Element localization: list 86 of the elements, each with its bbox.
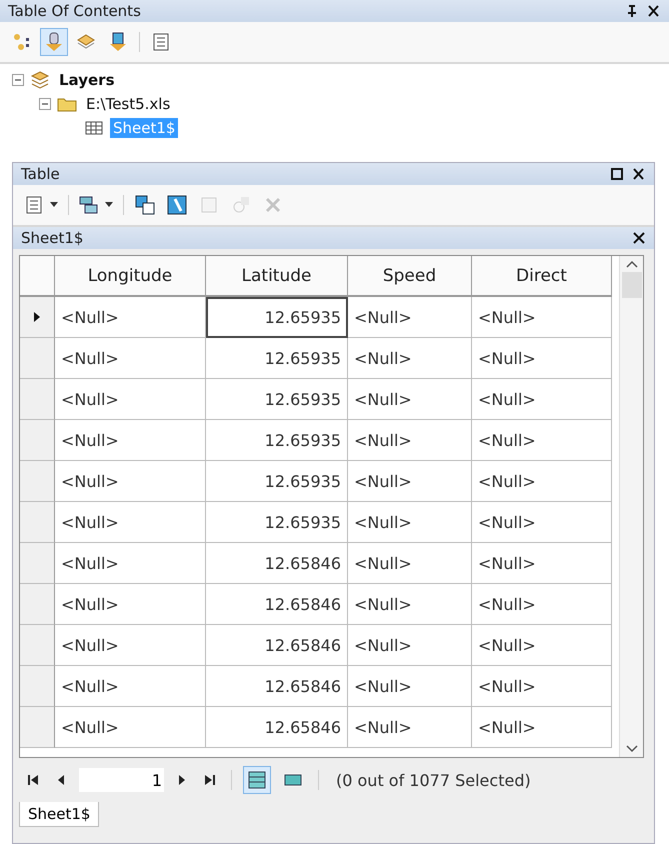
selection-status: (0 out of 1077 Selected)	[336, 770, 531, 790]
table-cell: <Null>	[348, 543, 472, 584]
related-tables-icon	[79, 195, 99, 215]
row-header[interactable]	[20, 297, 55, 338]
scroll-thumb[interactable]	[622, 272, 642, 298]
table-cell: <Null>	[472, 584, 612, 625]
table-cell: <Null>	[348, 379, 472, 420]
tree-item[interactable]: E:\Test5.xls	[83, 94, 174, 114]
database-icon	[44, 32, 64, 52]
scroll-up-icon[interactable]	[626, 260, 638, 268]
table-cell: <Null>	[55, 707, 206, 748]
switch-selection-icon	[167, 195, 187, 215]
table-cell: <Null>	[472, 420, 612, 461]
view-button[interactable]	[243, 766, 271, 794]
vertical-scrollbar[interactable]	[619, 256, 643, 757]
collapse-icon	[39, 98, 51, 110]
column-header[interactable]: Longitude	[55, 256, 206, 297]
list-icon	[24, 195, 44, 215]
sheet-tab[interactable]: Sheet1$	[19, 802, 100, 827]
toolbar-button[interactable]	[40, 28, 68, 56]
delete-icon	[263, 195, 283, 215]
caret-icon	[50, 202, 58, 208]
table-cell: <Null>	[472, 625, 612, 666]
table-cell: 12.65935	[206, 379, 348, 420]
table-cell: 12.65846	[206, 707, 348, 748]
table-cell: <Null>	[472, 707, 612, 748]
selection-icon	[108, 32, 128, 52]
table-cell: <Null>	[348, 666, 472, 707]
close-icon	[632, 231, 646, 245]
table-cell: 12.65935	[206, 461, 348, 502]
select-by-icon	[135, 195, 155, 215]
table-cell: 12.65846	[206, 543, 348, 584]
table-cell: <Null>	[348, 584, 472, 625]
table-cell: 12.65935	[206, 502, 348, 543]
column-header[interactable]: Speed	[348, 256, 472, 297]
table-cell: <Null>	[348, 420, 472, 461]
table-cell: <Null>	[472, 502, 612, 543]
table-cell: 12.65846	[206, 584, 348, 625]
table-cell: <Null>	[348, 461, 472, 502]
column-header[interactable]: Direct	[472, 256, 612, 297]
table-cell: <Null>	[55, 584, 206, 625]
table-cell: <Null>	[472, 543, 612, 584]
table-cell: <Null>	[472, 338, 612, 379]
table-cell: <Null>	[55, 543, 206, 584]
column-header[interactable]: Latitude	[206, 256, 348, 297]
tree-item[interactable]: Layers	[56, 70, 118, 90]
clear-selection-icon	[199, 195, 219, 215]
table-cell: <Null>	[55, 666, 206, 707]
all-records-icon	[247, 770, 267, 790]
list-drawing-icon	[12, 32, 32, 52]
table-cell: 12.65935	[206, 420, 348, 461]
table-cell: <Null>	[55, 502, 206, 543]
table-cell: <Null>	[472, 379, 612, 420]
table-cell: 12.65935	[206, 297, 348, 338]
table-cell: <Null>	[348, 338, 472, 379]
maximize-close-icon	[610, 167, 646, 181]
table-cell: <Null>	[55, 297, 206, 338]
table-cell: <Null>	[348, 502, 472, 543]
scroll-down-icon[interactable]	[626, 745, 638, 753]
list-icon	[151, 32, 171, 52]
first-icon	[27, 774, 39, 786]
table-cell: 12.65846	[206, 666, 348, 707]
zoom-to-icon	[231, 195, 251, 215]
table-cell: <Null>	[472, 666, 612, 707]
table-cell: <Null>	[472, 461, 612, 502]
table-cell: <Null>	[348, 297, 472, 338]
table-cell: <Null>	[55, 379, 206, 420]
window-title: Table	[21, 165, 60, 183]
layers-icon	[30, 70, 50, 90]
table-cell: <Null>	[55, 420, 206, 461]
collapse-icon	[12, 74, 24, 86]
table-cell: <Null>	[55, 461, 206, 502]
table-cell: <Null>	[348, 625, 472, 666]
current-row-icon	[34, 312, 40, 322]
sheet-title: Sheet1$	[21, 229, 84, 247]
table-cell: <Null>	[348, 707, 472, 748]
table-cell: 12.65846	[206, 625, 348, 666]
last-icon	[204, 774, 216, 786]
record-field[interactable]: 1	[79, 768, 164, 792]
pin-close-icon	[625, 4, 661, 18]
panel-title: Table Of Contents	[8, 2, 141, 20]
caret-icon	[105, 202, 113, 208]
table-cell: <Null>	[55, 625, 206, 666]
table-cell: <Null>	[472, 297, 612, 338]
table-cell: 12.65935	[206, 338, 348, 379]
table-cell: <Null>	[55, 338, 206, 379]
